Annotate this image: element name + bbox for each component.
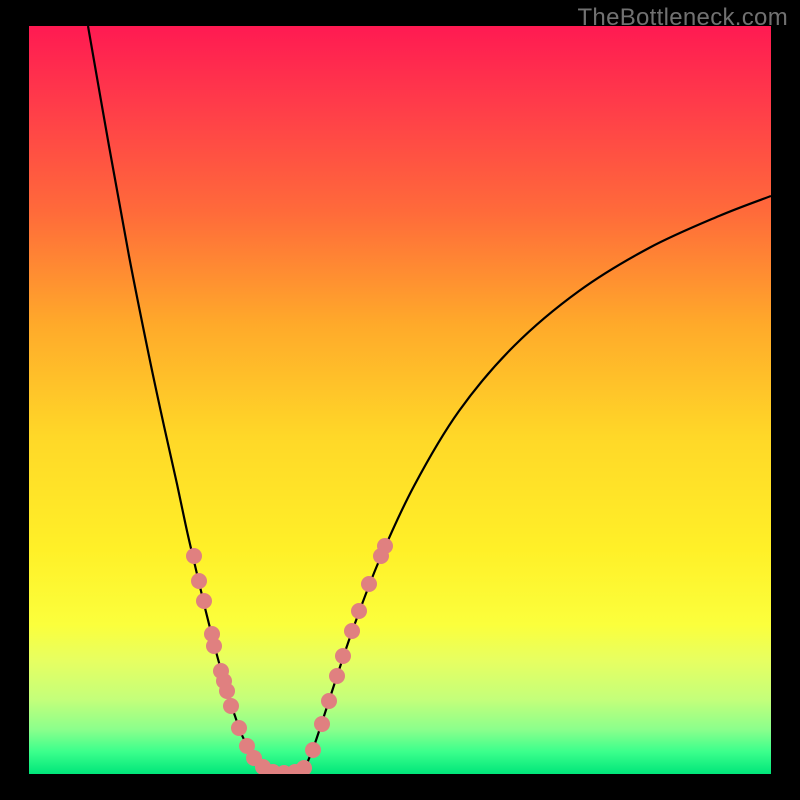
data-point	[361, 576, 377, 592]
data-point	[216, 673, 232, 689]
data-point	[196, 593, 212, 609]
data-point	[373, 548, 389, 564]
data-point	[219, 683, 235, 699]
watermark-text: TheBottleneck.com	[577, 4, 788, 32]
data-point	[206, 638, 222, 654]
data-point	[265, 764, 281, 774]
data-point	[305, 742, 321, 758]
data-point	[314, 716, 330, 732]
data-point	[246, 750, 262, 766]
data-point	[321, 693, 337, 709]
bottleneck-curve	[88, 26, 771, 773]
data-point	[329, 668, 345, 684]
data-point	[344, 623, 360, 639]
data-point	[296, 760, 312, 774]
data-point	[213, 663, 229, 679]
marker-group	[186, 538, 393, 774]
chart-plot-area	[29, 26, 771, 774]
data-point	[231, 720, 247, 736]
data-point	[287, 764, 303, 774]
data-point	[351, 603, 367, 619]
data-point	[204, 626, 220, 642]
data-point	[255, 759, 271, 774]
data-point	[223, 698, 239, 714]
data-point	[239, 738, 255, 754]
data-point	[335, 648, 351, 664]
data-point	[276, 765, 292, 774]
data-point	[377, 538, 393, 554]
data-point	[186, 548, 202, 564]
curve-svg	[29, 26, 771, 774]
data-point	[191, 573, 207, 589]
